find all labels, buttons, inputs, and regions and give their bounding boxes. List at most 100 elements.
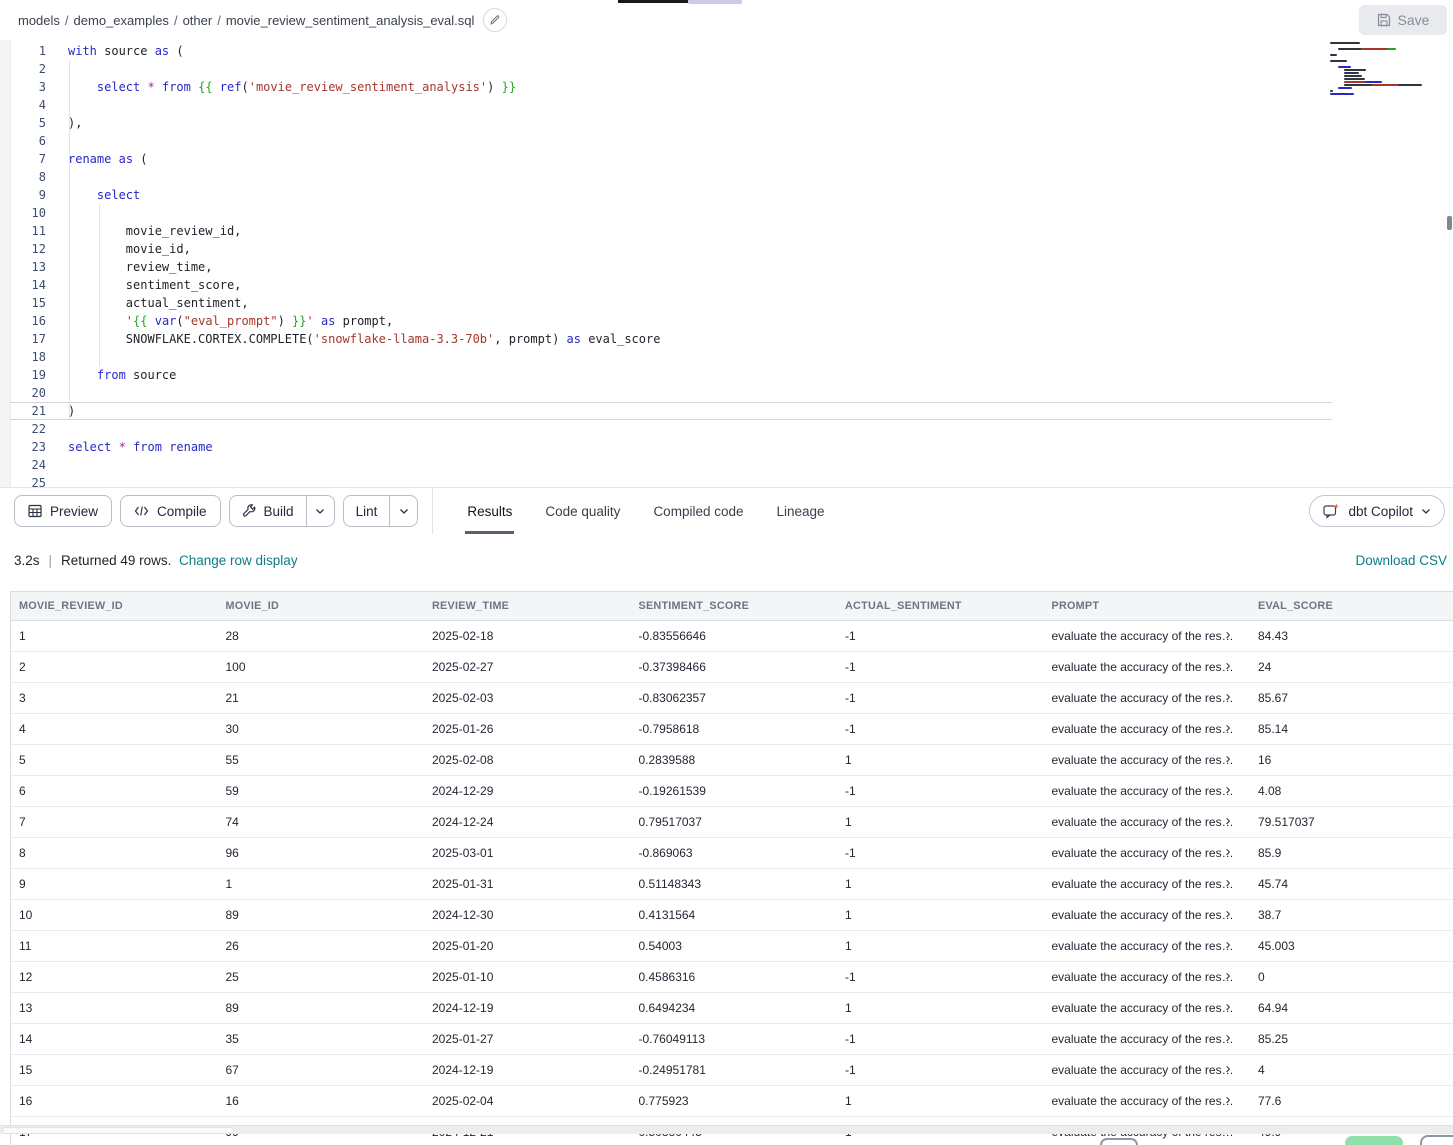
code-line[interactable]: 4 bbox=[10, 96, 1332, 114]
table-row: 8962025-03-01-0.869063-1evaluate the acc… bbox=[11, 838, 1453, 869]
bottom-partial-button[interactable] bbox=[1420, 1135, 1453, 1145]
column-header-actual_sentiment[interactable]: ACTUAL_SENTIMENT bbox=[837, 592, 1044, 620]
dbt-ide-window: models/demo_examples/other/movie_review_… bbox=[0, 0, 1453, 1145]
cell: 6 bbox=[11, 776, 218, 806]
cell: 89 bbox=[218, 993, 425, 1023]
expand-prompt-icon[interactable]: › bbox=[1226, 875, 1231, 890]
code-editor[interactable]: 1with source as (23 select * from {{ ref… bbox=[0, 40, 1453, 487]
expand-prompt-icon[interactable]: › bbox=[1226, 1030, 1231, 1045]
cell: 2025-01-31 bbox=[424, 869, 631, 899]
cell: 1 bbox=[11, 621, 218, 651]
code-line[interactable]: 24 bbox=[10, 456, 1332, 474]
breadcrumb[interactable]: models/demo_examples/other/movie_review_… bbox=[18, 13, 474, 28]
top-tab-remnant bbox=[688, 0, 742, 4]
horizontal-scrollbar-thumb[interactable] bbox=[2, 1127, 234, 1134]
code-line[interactable]: 14 sentiment_score, bbox=[10, 276, 1332, 294]
code-line[interactable]: 18 bbox=[10, 348, 1332, 366]
code-line[interactable]: 22 bbox=[10, 420, 1332, 438]
column-header-sentiment_score[interactable]: SENTIMENT_SCORE bbox=[631, 592, 838, 620]
column-header-movie_review_id[interactable]: MOVIE_REVIEW_ID bbox=[11, 592, 218, 620]
tab-compiled-code[interactable]: Compiled code bbox=[653, 488, 743, 534]
code-line[interactable]: 15 actual_sentiment, bbox=[10, 294, 1332, 312]
code-line[interactable]: 17 SNOWFLAKE.CORTEX.COMPLETE('snowflake-… bbox=[10, 330, 1332, 348]
expand-prompt-icon[interactable]: › bbox=[1226, 813, 1231, 828]
code-line[interactable]: 20 bbox=[10, 384, 1332, 402]
line-number: 13 bbox=[10, 258, 46, 276]
change-row-display-link[interactable]: Change row display bbox=[179, 553, 298, 568]
breadcrumb-segment[interactable]: other bbox=[183, 13, 213, 28]
horizontal-scrollbar[interactable] bbox=[0, 1125, 1453, 1134]
minimap[interactable] bbox=[1330, 42, 1442, 96]
code-line[interactable]: 1with source as ( bbox=[10, 42, 1332, 60]
line-number: 1 bbox=[10, 42, 46, 60]
tab-lineage[interactable]: Lineage bbox=[777, 488, 825, 534]
code-line[interactable]: 7rename as ( bbox=[10, 150, 1332, 168]
cell: -0.24951781 bbox=[631, 1055, 838, 1085]
expand-prompt-icon[interactable]: › bbox=[1226, 751, 1231, 766]
column-header-eval_score[interactable]: EVAL_SCORE bbox=[1250, 592, 1453, 620]
code-line[interactable]: 23select * from rename bbox=[10, 438, 1332, 456]
code-line[interactable]: 16 '{{ var("eval_prompt") }}' as prompt, bbox=[10, 312, 1332, 330]
expand-prompt-icon[interactable]: › bbox=[1226, 906, 1231, 921]
expand-prompt-icon[interactable]: › bbox=[1226, 658, 1231, 673]
code-line[interactable]: 5), bbox=[10, 114, 1332, 132]
expand-prompt-icon[interactable]: › bbox=[1226, 968, 1231, 983]
bottom-partial-button[interactable] bbox=[1100, 1138, 1138, 1145]
save-button[interactable]: Save bbox=[1359, 5, 1447, 35]
compile-button[interactable]: Compile bbox=[120, 495, 221, 527]
expand-prompt-icon[interactable]: › bbox=[1226, 627, 1231, 642]
table-row: 12252025-01-100.4586316-1evaluate the ac… bbox=[11, 962, 1453, 993]
breadcrumb-segment[interactable]: demo_examples bbox=[74, 13, 169, 28]
code-line[interactable]: 6 bbox=[10, 132, 1332, 150]
code-lines[interactable]: 1with source as (23 select * from {{ ref… bbox=[10, 42, 1332, 487]
code-line[interactable]: 10 bbox=[10, 204, 1332, 222]
column-header-movie_id[interactable]: MOVIE_ID bbox=[218, 592, 425, 620]
prompt-cell: evaluate the accuracy of the res…› bbox=[1044, 776, 1251, 806]
breadcrumb-segment[interactable]: movie_review_sentiment_analysis_eval.sql bbox=[226, 13, 475, 28]
code-line[interactable]: 21) bbox=[10, 402, 1332, 420]
breadcrumb-segment[interactable]: models bbox=[18, 13, 60, 28]
code-text: actual_sentiment, bbox=[46, 294, 249, 312]
code-line[interactable]: 13 review_time, bbox=[10, 258, 1332, 276]
column-header-prompt[interactable]: PROMPT bbox=[1044, 592, 1251, 620]
code-line[interactable]: 12 movie_id, bbox=[10, 240, 1332, 258]
expand-prompt-icon[interactable]: › bbox=[1226, 782, 1231, 797]
download-csv-link[interactable]: Download CSV bbox=[1355, 553, 1447, 568]
code-line[interactable]: 9 select bbox=[10, 186, 1332, 204]
code-text bbox=[46, 384, 68, 402]
build-split-button: Build bbox=[229, 495, 335, 527]
tab-code-quality[interactable]: Code quality bbox=[545, 488, 620, 534]
tab-results[interactable]: Results bbox=[467, 488, 512, 534]
column-header-review_time[interactable]: REVIEW_TIME bbox=[424, 592, 631, 620]
build-button[interactable]: Build bbox=[230, 496, 306, 526]
expand-prompt-icon[interactable]: › bbox=[1226, 999, 1231, 1014]
cell: 9 bbox=[11, 869, 218, 899]
cell: -0.83556646 bbox=[631, 621, 838, 651]
build-dropdown[interactable] bbox=[306, 496, 334, 526]
expand-prompt-icon[interactable]: › bbox=[1226, 844, 1231, 859]
code-line[interactable]: 19 from source bbox=[10, 366, 1332, 384]
lint-dropdown[interactable] bbox=[389, 496, 417, 526]
editor-vertical-scrollbar[interactable] bbox=[1447, 216, 1452, 230]
code-line[interactable]: 8 bbox=[10, 168, 1332, 186]
line-number: 15 bbox=[10, 294, 46, 312]
cell: 0.6494234 bbox=[631, 993, 838, 1023]
code-line[interactable]: 3 select * from {{ ref('movie_review_sen… bbox=[10, 78, 1332, 96]
expand-prompt-icon[interactable]: › bbox=[1226, 1092, 1231, 1107]
lint-button[interactable]: Lint bbox=[344, 496, 390, 526]
expand-prompt-icon[interactable]: › bbox=[1226, 937, 1231, 952]
table-row: 4302025-01-26-0.7958618-1evaluate the ac… bbox=[11, 714, 1453, 745]
rows-returned: Returned 49 rows. bbox=[61, 553, 171, 568]
dbt-copilot-button[interactable]: dbt Copilot bbox=[1309, 495, 1445, 527]
line-number: 25 bbox=[10, 474, 46, 487]
cell: 96 bbox=[218, 838, 425, 868]
code-line[interactable]: 2 bbox=[10, 60, 1332, 78]
expand-prompt-icon[interactable]: › bbox=[1226, 1061, 1231, 1076]
preview-button[interactable]: Preview bbox=[14, 495, 112, 527]
expand-prompt-icon[interactable]: › bbox=[1226, 689, 1231, 704]
edit-file-icon[interactable] bbox=[483, 8, 507, 32]
cell: 1 bbox=[837, 993, 1044, 1023]
code-line[interactable]: 11 movie_review_id, bbox=[10, 222, 1332, 240]
code-line[interactable]: 25 bbox=[10, 474, 1332, 487]
expand-prompt-icon[interactable]: › bbox=[1226, 720, 1231, 735]
